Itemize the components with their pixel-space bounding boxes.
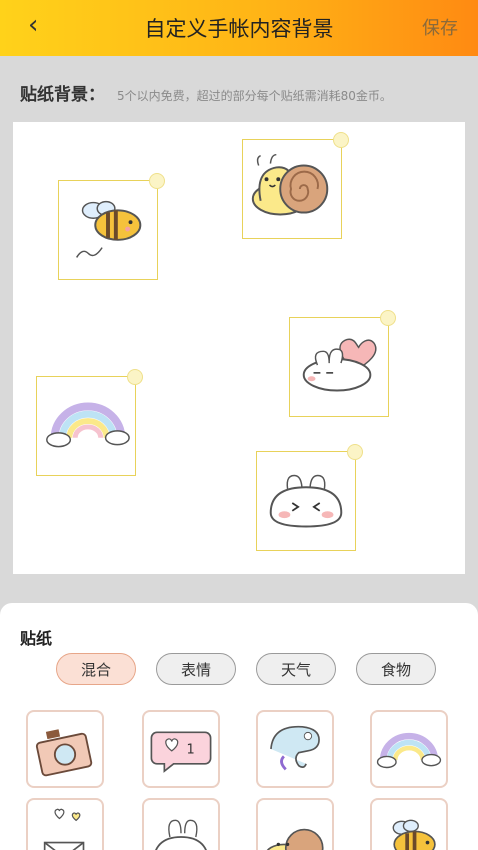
bee-icon bbox=[392, 819, 436, 850]
tab-mixed[interactable]: 混合 bbox=[56, 653, 136, 685]
canvas-sticker-bunny-heart[interactable] bbox=[289, 310, 396, 417]
save-button[interactable]: 保存 bbox=[422, 14, 458, 40]
sheet-title: 贴纸 bbox=[20, 629, 53, 648]
chevron-left-icon[interactable]: ‹ bbox=[28, 10, 58, 40]
tab-emoji[interactable]: 表情 bbox=[156, 653, 236, 685]
sticker-handle[interactable] bbox=[380, 310, 396, 326]
bunny-face-icon bbox=[155, 819, 207, 850]
snail-icon bbox=[266, 828, 324, 850]
canvas-sticker-snail[interactable] bbox=[242, 132, 349, 239]
top-bar: ‹ 自定义手帐内容背景 保存 bbox=[0, 0, 478, 56]
info-note: 5个以内免费，超过的部分每个贴纸需消耗80金币。 bbox=[117, 89, 392, 103]
sticker-bg-info: 贴纸背景： 5个以内免费，超过的部分每个贴纸需消耗80金币。 bbox=[20, 80, 392, 105]
canvas-sticker-bee[interactable] bbox=[58, 173, 165, 280]
sticker-handle[interactable] bbox=[149, 173, 165, 189]
sticker-handle[interactable] bbox=[347, 444, 363, 460]
sticker-tile-bunny-face[interactable] bbox=[142, 798, 220, 850]
info-label: 贴纸背景： bbox=[20, 85, 105, 105]
sticker-tile-chameleon[interactable] bbox=[256, 710, 334, 788]
bunny-heart-icon bbox=[302, 338, 377, 392]
sticker-panel: 贴纸 混合 表情 天气 食物 1 bbox=[0, 603, 478, 850]
tab-weather[interactable]: 天气 bbox=[256, 653, 336, 685]
sticker-tile-heart-bubble[interactable]: 1 bbox=[142, 710, 220, 788]
page-title: 自定义手帐内容背景 bbox=[144, 17, 334, 41]
sticker-handle[interactable] bbox=[127, 369, 143, 385]
heart-bubble-count: 1 bbox=[187, 743, 195, 758]
sticker-tile-bee[interactable] bbox=[370, 798, 448, 850]
canvas-sticker-rainbow[interactable] bbox=[36, 369, 143, 476]
rainbow-icon bbox=[376, 732, 442, 769]
chameleon-icon bbox=[270, 725, 320, 771]
category-tabs: 混合 表情 天气 食物 bbox=[56, 653, 436, 685]
camera-icon bbox=[35, 729, 93, 777]
love-letter-icon bbox=[43, 808, 85, 850]
bunny-face-icon bbox=[269, 474, 343, 528]
sticker-tile-love-letter[interactable] bbox=[26, 798, 104, 850]
snail-icon bbox=[251, 153, 329, 216]
canvas-sticker-bunny-face[interactable] bbox=[256, 444, 363, 551]
sticker-canvas[interactable] bbox=[13, 122, 465, 574]
sticker-tile-camera[interactable] bbox=[26, 710, 104, 788]
tab-food[interactable]: 食物 bbox=[356, 653, 436, 685]
sticker-handle[interactable] bbox=[333, 132, 349, 148]
bee-icon bbox=[76, 200, 142, 258]
sticker-tile-rainbow[interactable] bbox=[370, 710, 448, 788]
rainbow-icon bbox=[46, 402, 130, 448]
heart-bubble-icon: 1 bbox=[150, 731, 212, 773]
sticker-tile-snail[interactable] bbox=[256, 798, 334, 850]
